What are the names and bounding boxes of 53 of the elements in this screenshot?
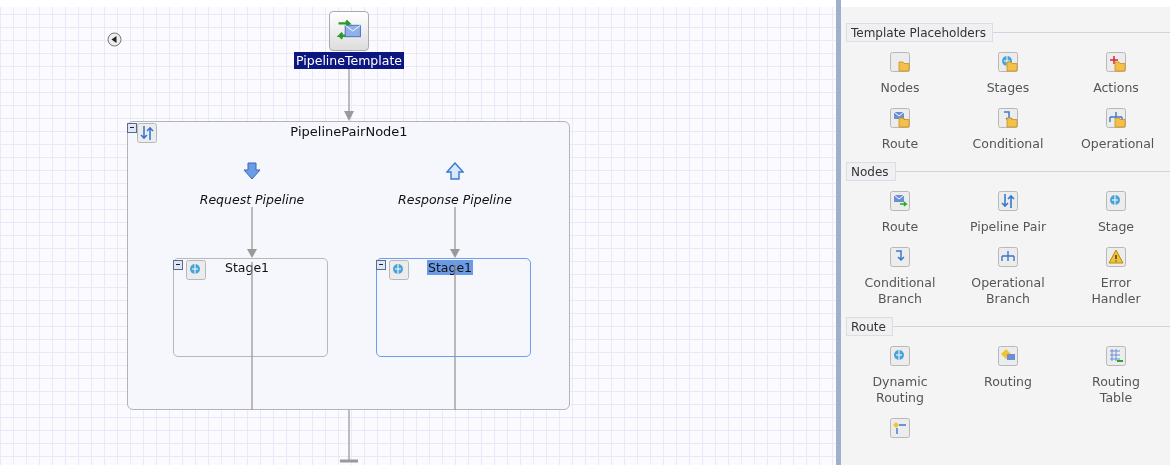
palette-item[interactable]: Operational xyxy=(1081,136,1151,152)
palette-item[interactable]: Conditional Branch xyxy=(855,275,945,307)
connector-arrow xyxy=(344,68,354,121)
section-header: Nodes xyxy=(846,162,896,181)
pipeline-label: Request Pipeline xyxy=(199,192,305,207)
connector-arrow xyxy=(450,206,460,258)
collapse-icon[interactable] xyxy=(173,260,183,270)
stage-label: Stage1 xyxy=(224,260,271,275)
palette-item[interactable]: Dynamic Routing xyxy=(855,374,945,406)
stage-node[interactable] xyxy=(173,258,328,357)
connector-end xyxy=(340,409,358,463)
branch-icon xyxy=(998,247,1018,267)
up-down-arrows-icon xyxy=(137,123,157,143)
node-label: PipelineTemplate xyxy=(294,52,404,69)
globe-icon xyxy=(1106,191,1126,211)
palette-item[interactable]: Error Handler xyxy=(1081,275,1151,307)
section-header: Template Placeholders xyxy=(846,23,993,42)
palette-item[interactable]: Stages xyxy=(986,80,1030,96)
globe-icon xyxy=(389,260,409,280)
branch-folder-icon xyxy=(1106,108,1126,128)
palette-item[interactable]: Nodes xyxy=(880,80,920,96)
pipeline-label: Response Pipeline xyxy=(398,192,512,207)
palette-item[interactable]: Conditional xyxy=(972,136,1044,152)
section-header: Route xyxy=(846,317,893,336)
collapse-icon[interactable] xyxy=(376,260,386,270)
stage-node[interactable] xyxy=(376,258,531,357)
palette-item[interactable]: Operational Branch xyxy=(963,275,1053,307)
flow-icon xyxy=(890,418,910,438)
down-arrow-icon xyxy=(243,162,261,180)
warning-icon xyxy=(1106,247,1126,267)
arrow-folder-icon xyxy=(998,108,1018,128)
table-icon xyxy=(1106,346,1126,366)
palette-item[interactable]: Stage xyxy=(1097,219,1135,235)
palette-item[interactable]: Routing Table xyxy=(1081,374,1151,406)
globe-icon xyxy=(890,346,910,366)
folder-icon xyxy=(1106,52,1126,72)
globe-folder-icon xyxy=(998,52,1018,72)
palette-item[interactable]: Actions xyxy=(1093,80,1139,96)
up-down-arrows-icon xyxy=(998,191,1018,211)
up-arrow-icon xyxy=(446,162,464,180)
folder-icon xyxy=(890,52,910,72)
globe-icon xyxy=(186,260,206,280)
palette-item[interactable]: Pipeline Pair xyxy=(969,219,1047,235)
pipeline-pair-node[interactable] xyxy=(127,121,570,410)
envelope-folder-icon xyxy=(890,108,910,128)
stage-label: Stage1 xyxy=(427,260,474,275)
palette-item[interactable]: Routing xyxy=(984,374,1032,390)
pipeline-template-node[interactable] xyxy=(329,11,369,51)
node-title: PipelinePairNode1 xyxy=(290,124,408,139)
connector-arrow xyxy=(247,206,257,258)
palette-item[interactable]: Route xyxy=(881,219,919,235)
palette-item[interactable]: Route xyxy=(881,136,919,152)
collapse-icon[interactable] xyxy=(127,123,137,133)
